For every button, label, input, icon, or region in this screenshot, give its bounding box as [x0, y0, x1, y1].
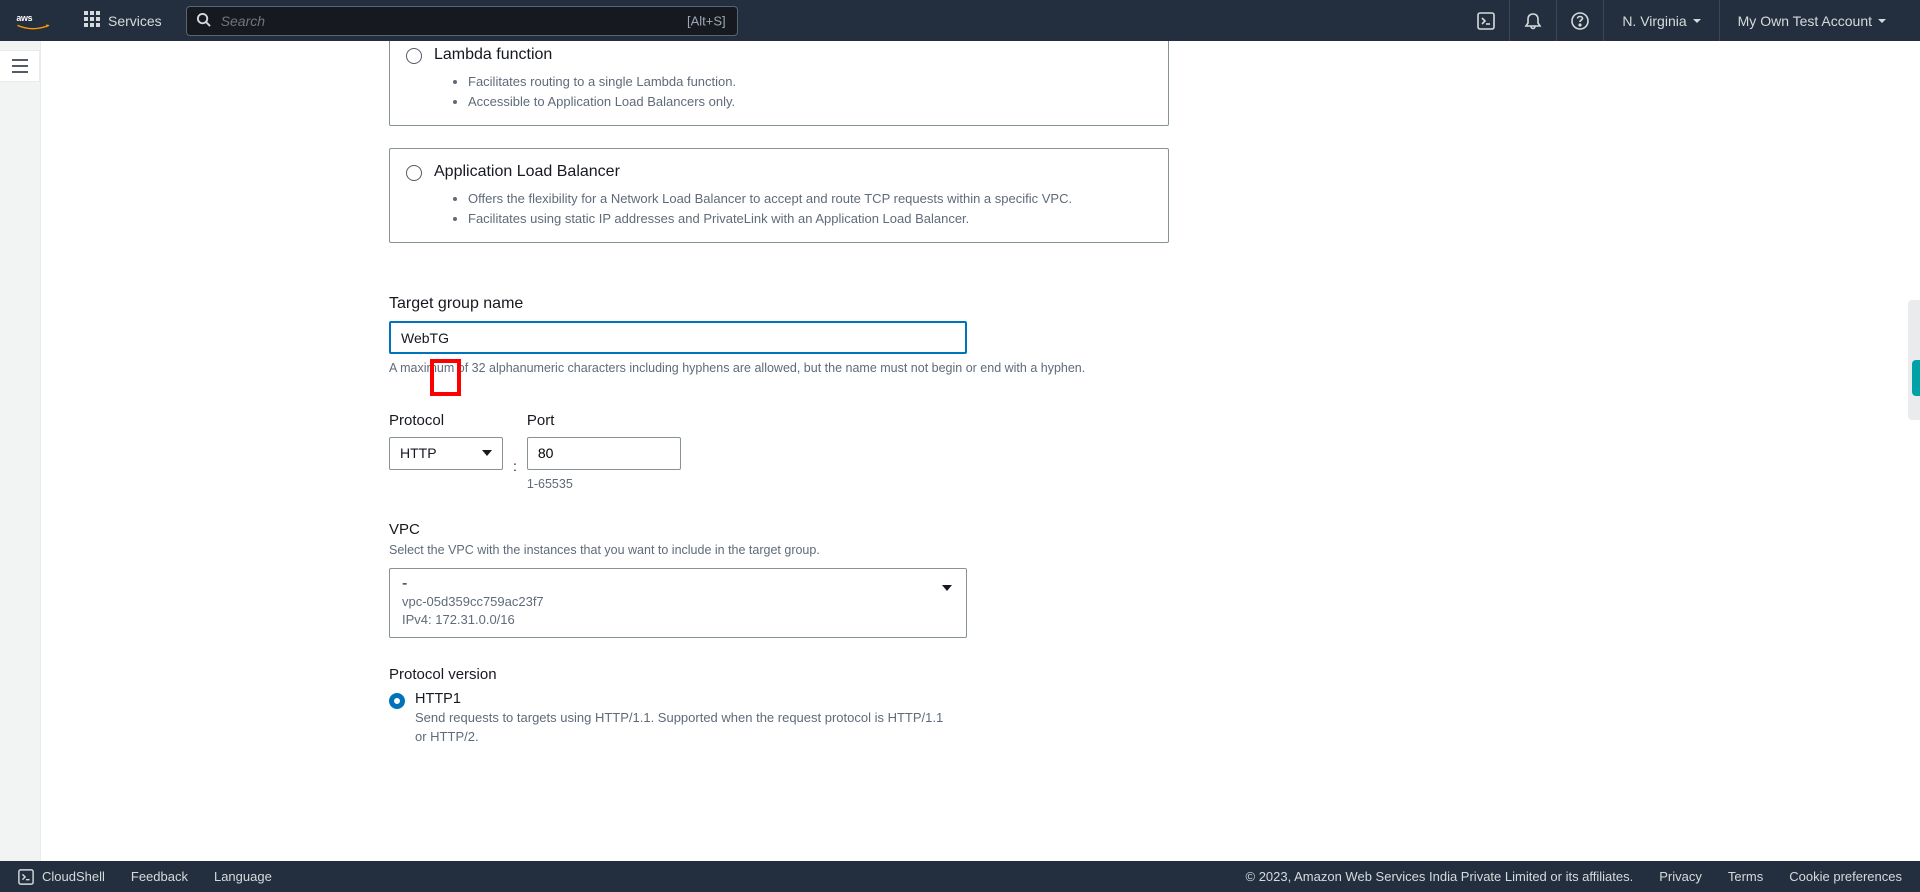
copyright-text: © 2023, Amazon Web Services India Privat…: [1246, 869, 1634, 884]
port-input[interactable]: [527, 437, 681, 470]
radio-http1[interactable]: [389, 693, 405, 709]
tg-name-input[interactable]: [389, 321, 967, 354]
aws-logo[interactable]: aws: [16, 10, 50, 32]
grid-icon: [84, 11, 100, 30]
account-selector[interactable]: My Own Test Account: [1719, 0, 1904, 41]
account-label: My Own Test Account: [1738, 13, 1872, 29]
vpc-helper: Select the VPC with the instances that y…: [389, 542, 1169, 560]
cloudshell-icon-button[interactable]: [1463, 0, 1509, 41]
lambda-desc: Facilitates routing to a single Lambda f…: [450, 72, 1152, 111]
services-label: Services: [108, 13, 162, 29]
cloudshell-link[interactable]: CloudShell: [18, 869, 105, 885]
tg-name-helper: A maximum of 32 alphanumeric characters …: [389, 360, 1169, 378]
region-label: N. Virginia: [1622, 13, 1686, 29]
protocol-value: HTTP: [400, 445, 437, 461]
radio-alb[interactable]: [406, 165, 422, 181]
vpc-id: vpc-05d359cc759ac23f7: [402, 593, 954, 611]
right-panel-handle[interactable]: [1908, 300, 1920, 392]
footer: CloudShell Feedback Language © 2023, Ama…: [0, 861, 1920, 892]
alb-desc: Offers the flexibility for a Network Loa…: [450, 189, 1152, 228]
search-input[interactable]: [186, 6, 738, 36]
vpc-cidr: IPv4: 172.31.0.0/16: [402, 611, 954, 629]
terms-link[interactable]: Terms: [1728, 869, 1763, 884]
privacy-link[interactable]: Privacy: [1659, 869, 1702, 884]
tg-name-label: Target group name: [389, 295, 1169, 313]
http1-title: HTTP1: [415, 691, 955, 707]
notifications-button[interactable]: [1509, 0, 1556, 41]
top-nav: aws Services [Alt+S] N. Virginia My Own …: [0, 0, 1920, 41]
caret-down-icon: [1693, 19, 1701, 23]
vpc-selected-dash: -: [402, 575, 954, 593]
caret-down-icon: [942, 585, 952, 591]
radio-alb-title: Application Load Balancer: [434, 163, 620, 181]
region-selector[interactable]: N. Virginia: [1603, 0, 1718, 41]
target-type-alb-card[interactable]: Application Load Balancer Offers the fle…: [389, 148, 1169, 243]
vpc-label: VPC: [389, 521, 1169, 538]
vpc-select[interactable]: - vpc-05d359cc759ac23f7 IPv4: 172.31.0.0…: [389, 568, 967, 638]
protocol-version-label: Protocol version: [389, 666, 1169, 683]
port-label: Port: [527, 412, 681, 429]
protocol-select[interactable]: HTTP: [389, 437, 503, 470]
cookie-preferences-link[interactable]: Cookie preferences: [1789, 869, 1902, 884]
help-button[interactable]: [1556, 0, 1603, 41]
caret-down-icon: [482, 450, 492, 456]
port-helper: 1-65535: [527, 476, 681, 494]
feedback-tab[interactable]: [1912, 360, 1920, 396]
feedback-link[interactable]: Feedback: [131, 869, 188, 884]
target-type-lambda-card[interactable]: Lambda function Facilitates routing to a…: [389, 41, 1169, 126]
radio-lambda[interactable]: [406, 48, 422, 64]
protocol-label: Protocol: [389, 412, 503, 429]
http1-desc: Send requests to targets using HTTP/1.1.…: [415, 709, 955, 747]
global-search[interactable]: [Alt+S]: [186, 6, 738, 36]
radio-lambda-title: Lambda function: [434, 46, 552, 64]
caret-down-icon: [1878, 19, 1886, 23]
search-shortcut: [Alt+S]: [687, 13, 726, 28]
services-button[interactable]: Services: [72, 0, 174, 41]
protocol-port-colon: :: [513, 458, 517, 474]
language-link[interactable]: Language: [214, 869, 272, 884]
search-icon: [196, 12, 211, 30]
svg-text:aws: aws: [16, 12, 32, 22]
protocol-version-http1-row[interactable]: HTTP1 Send requests to targets using HTT…: [389, 691, 1169, 747]
